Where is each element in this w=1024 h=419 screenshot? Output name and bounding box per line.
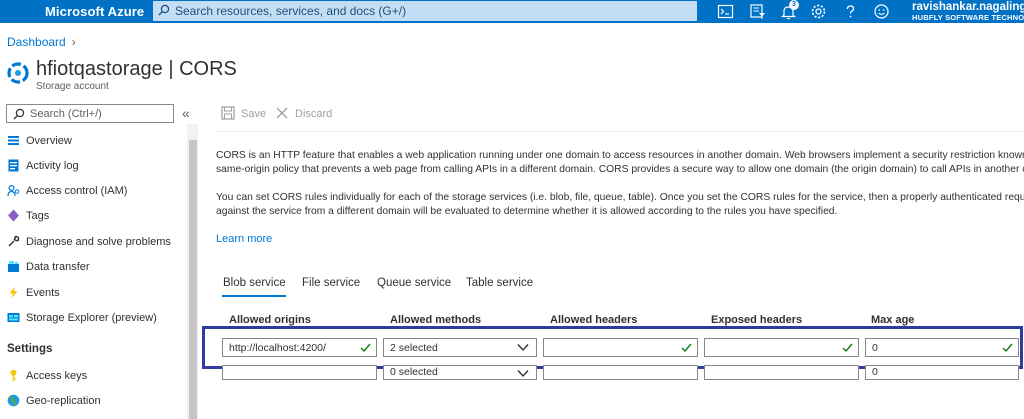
notification-count-badge: 3: [789, 0, 799, 10]
close-icon: [276, 107, 288, 119]
cors-description-line: same-origin policy that prevents a web p…: [216, 164, 1024, 175]
activity-log-icon: [8, 159, 19, 172]
save-label: Save: [241, 108, 267, 120]
brand-logo[interactable]: Microsoft Azure: [45, 4, 144, 19]
highlighted-cors-rule-row: [202, 326, 1023, 369]
exposed-headers-input[interactable]: [704, 365, 859, 380]
cors-rules-description-line: against the service from a different dom…: [216, 206, 838, 217]
sidebar-item-events[interactable]: Events: [0, 283, 186, 305]
search-icon: [158, 4, 170, 16]
help-icon[interactable]: [842, 3, 859, 20]
sidebar-item-overview[interactable]: Overview: [0, 131, 186, 153]
sidebar-section-settings: Settings: [7, 343, 53, 355]
sidebar-search-input[interactable]: Search (Ctrl+/): [6, 104, 174, 123]
collapse-sidebar-button[interactable]: «: [182, 105, 190, 121]
storage-account-icon: [7, 62, 29, 84]
sidebar-item-geo-replication[interactable]: Geo-replication: [0, 391, 186, 413]
sidebar-item-label: Events: [26, 287, 60, 299]
breadcrumb-chevron-icon: ›: [71, 35, 76, 49]
toolbar-divider: [215, 131, 1024, 132]
overview-icon: [8, 136, 19, 145]
user-organization: HUBFLY SOFTWARE TECHNOLO: [912, 13, 1024, 22]
cors-description-line: CORS is an HTTP feature that enables a w…: [216, 150, 1024, 161]
sidebar-scrollbar-thumb[interactable]: [189, 140, 197, 419]
sidebar-item-data-transfer[interactable]: Data transfer: [0, 257, 186, 279]
column-header-exposed-headers: Exposed headers: [711, 314, 803, 326]
tab-table-service[interactable]: Table service: [466, 277, 533, 289]
sidebar-item-label: Access keys: [26, 370, 88, 382]
allowed-methods-select[interactable]: 0 selected: [383, 365, 537, 380]
sidebar-item-diagnose[interactable]: Diagnose and solve problems: [0, 232, 186, 254]
column-header-allowed-origins: Allowed origins: [229, 314, 311, 326]
sidebar-item-access-control[interactable]: Access control (IAM): [0, 181, 186, 203]
sidebar-item-label: Diagnose and solve problems: [26, 236, 171, 248]
tab-queue-service[interactable]: Queue service: [377, 277, 451, 289]
breadcrumb: Dashboard ›: [7, 35, 76, 49]
allowed-methods-value: 0 selected: [390, 366, 438, 378]
sidebar-item-activity-log[interactable]: Activity log: [0, 156, 186, 178]
iam-icon: [7, 184, 20, 197]
wrench-icon: [8, 235, 20, 247]
lightning-icon: [9, 286, 18, 299]
column-header-allowed-headers: Allowed headers: [550, 314, 638, 326]
column-header-allowed-methods: Allowed methods: [390, 314, 482, 326]
sidebar-item-storage-explorer[interactable]: Storage Explorer (preview): [0, 308, 186, 330]
user-name: ravishankar.nagalinga: [912, 1, 1024, 13]
sidebar-item-label: Access control (IAM): [26, 185, 128, 197]
account-menu[interactable]: ravishankar.nagalinga HUBFLY SOFTWARE TE…: [912, 1, 1024, 23]
top-bar: Microsoft Azure Search resources, servic…: [0, 0, 1024, 23]
data-transfer-icon: [8, 261, 19, 272]
save-button[interactable]: Save: [221, 106, 267, 122]
sidebar-item-label: Activity log: [26, 160, 79, 172]
sidebar-item-access-keys[interactable]: Access keys: [0, 366, 186, 388]
save-icon: [221, 106, 235, 120]
sidebar-item-label: Storage Explorer (preview): [26, 312, 157, 324]
gear-icon[interactable]: [810, 3, 827, 20]
tab-blob-service[interactable]: Blob service: [223, 277, 286, 289]
globe-icon: [7, 394, 20, 407]
allowed-origins-input[interactable]: [222, 365, 377, 380]
sidebar-item-label: Geo-replication: [26, 395, 101, 407]
page-title: hfiotqastorage | CORS: [36, 58, 237, 80]
discard-button[interactable]: Discard: [275, 106, 337, 122]
directory-filter-icon[interactable]: [749, 3, 766, 20]
active-tab-indicator: [222, 295, 286, 297]
max-age-value: 0: [872, 366, 878, 378]
chevron-down-icon: [517, 370, 529, 378]
page-subtitle: Storage account: [36, 81, 109, 92]
global-search-placeholder: Search resources, services, and docs (G+…: [175, 4, 407, 18]
tab-file-service[interactable]: File service: [302, 277, 360, 289]
global-search-input[interactable]: Search resources, services, and docs (G+…: [153, 1, 697, 21]
learn-more-link[interactable]: Learn more: [216, 233, 272, 245]
storage-explorer-icon: [7, 313, 20, 322]
sidebar-search-placeholder: Search (Ctrl+/): [30, 108, 102, 120]
breadcrumb-dashboard-link[interactable]: Dashboard: [7, 35, 66, 49]
search-icon: [13, 108, 25, 120]
tag-icon: [8, 209, 19, 222]
column-header-max-age: Max age: [871, 314, 915, 326]
allowed-headers-input[interactable]: [543, 365, 698, 380]
sidebar-item-label: Tags: [26, 210, 50, 222]
max-age-input[interactable]: 0: [865, 365, 1019, 380]
feedback-icon[interactable]: [873, 3, 890, 20]
cors-rules-description-line: You can set CORS rules individually for …: [216, 192, 1024, 203]
key-icon: [10, 369, 17, 382]
sidebar-item-label: Overview: [26, 135, 72, 147]
sidebar-item-label: Data transfer: [26, 261, 90, 273]
cloud-shell-icon[interactable]: [717, 3, 734, 20]
discard-label: Discard: [295, 108, 333, 120]
sidebar-item-tags[interactable]: Tags: [0, 206, 186, 228]
